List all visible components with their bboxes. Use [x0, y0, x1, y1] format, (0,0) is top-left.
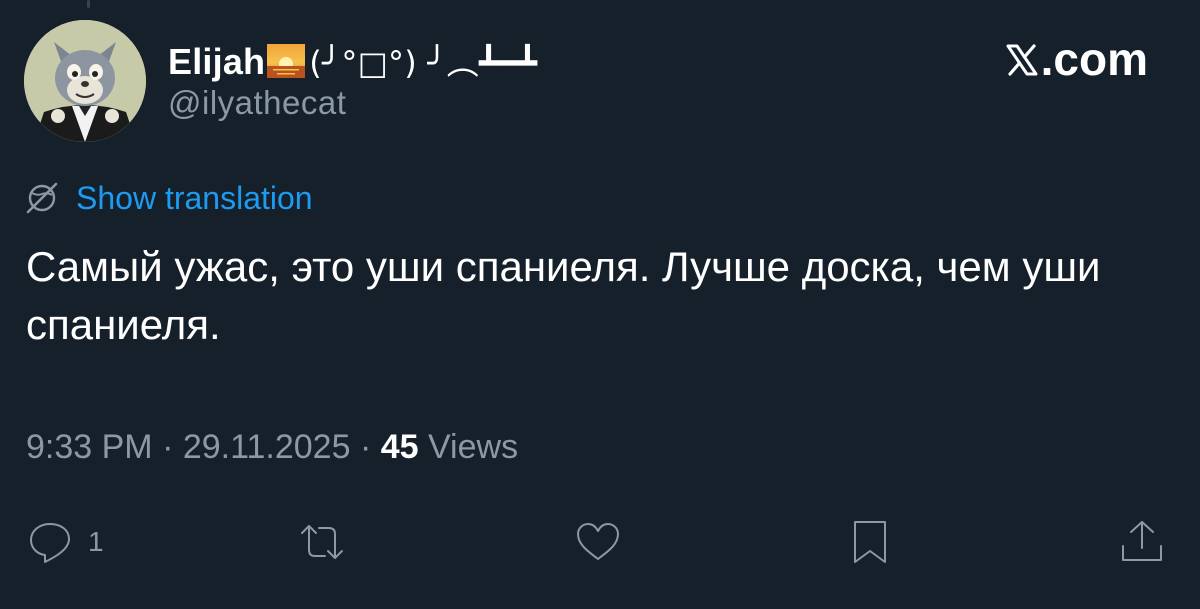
- avatar[interactable]: [24, 20, 146, 142]
- author-name-emoticon: (╯°□°) ╯︵┻━┻: [309, 44, 538, 82]
- heart-icon: [577, 523, 619, 560]
- sunset-emoji-icon: [267, 44, 306, 78]
- bookmark-button[interactable]: [846, 512, 908, 572]
- globe-slash-icon: [26, 182, 58, 214]
- meta-separator: ·: [152, 428, 183, 466]
- x-com-brand: .com: [1005, 32, 1148, 86]
- retweet-icon: [301, 525, 343, 559]
- like-button[interactable]: [574, 512, 636, 572]
- tweet-time[interactable]: 9:33 PM: [26, 428, 153, 466]
- author-name-text: Elijah: [168, 41, 266, 82]
- tweet-action-bar: 1: [0, 512, 1200, 572]
- bookmark-icon: [854, 521, 886, 563]
- meta-separator: ·: [350, 428, 381, 466]
- tweet-meta: 9:33 PM · 29.11.2025 · 45 Views: [26, 428, 518, 467]
- x-logo-icon: [1006, 44, 1038, 76]
- reply-button[interactable]: 1: [26, 512, 104, 572]
- author-handle[interactable]: @ilyathecat: [168, 84, 346, 122]
- show-translation-label: Show translation: [76, 179, 313, 216]
- reply-count: 1: [88, 526, 104, 557]
- tweet-date[interactable]: 29.11.2025: [183, 428, 351, 466]
- show-translation-button[interactable]: Show translation: [24, 178, 313, 218]
- views-label: Views: [418, 428, 519, 466]
- reply-icon: [30, 523, 70, 563]
- share-button[interactable]: [1118, 512, 1180, 572]
- share-icon: [1122, 521, 1162, 561]
- tweet-text: Самый ужас, это уши спаниеля. Лучше доск…: [26, 243, 1101, 348]
- thread-connector-line: [87, 0, 90, 8]
- retweet-button[interactable]: [298, 512, 360, 572]
- author-display-name[interactable]: Elijah (╯°□°) ╯︵┻━┻: [168, 38, 537, 84]
- views-count: 45: [380, 428, 419, 466]
- x-com-label: .com: [1040, 33, 1148, 85]
- cartoon-cat-avatar-icon: [24, 20, 146, 142]
